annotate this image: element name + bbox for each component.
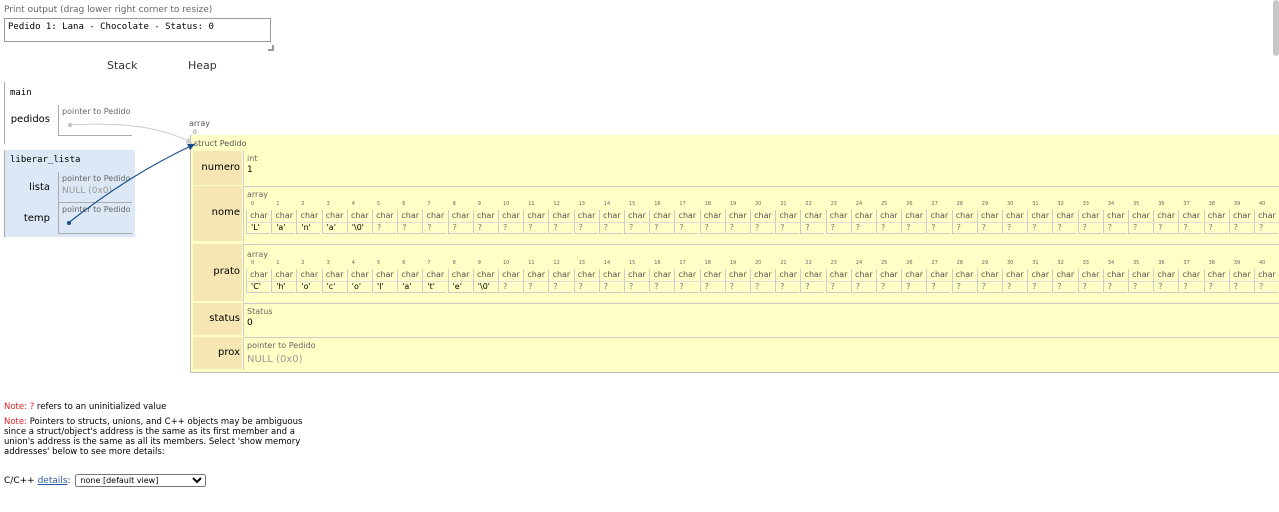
view-mode-select[interactable]: none [default view] xyxy=(75,474,207,487)
note-uninitialized: Note: ? refers to an uninitialized value xyxy=(4,402,167,412)
pointer-arrow-temp xyxy=(66,143,196,225)
details-prefix: C/C++ xyxy=(4,476,35,486)
note-pointers: Note: Pointers to structs, unions, and C… xyxy=(4,417,303,457)
details-link[interactable]: details xyxy=(38,476,68,486)
notes: Note: ? refers to an uninitialized value… xyxy=(4,402,304,457)
details-row: C/C++ details: none [default view] xyxy=(4,474,207,487)
pointer-arrow-pedidos xyxy=(67,123,193,144)
scrollbar[interactable] xyxy=(1273,0,1279,56)
